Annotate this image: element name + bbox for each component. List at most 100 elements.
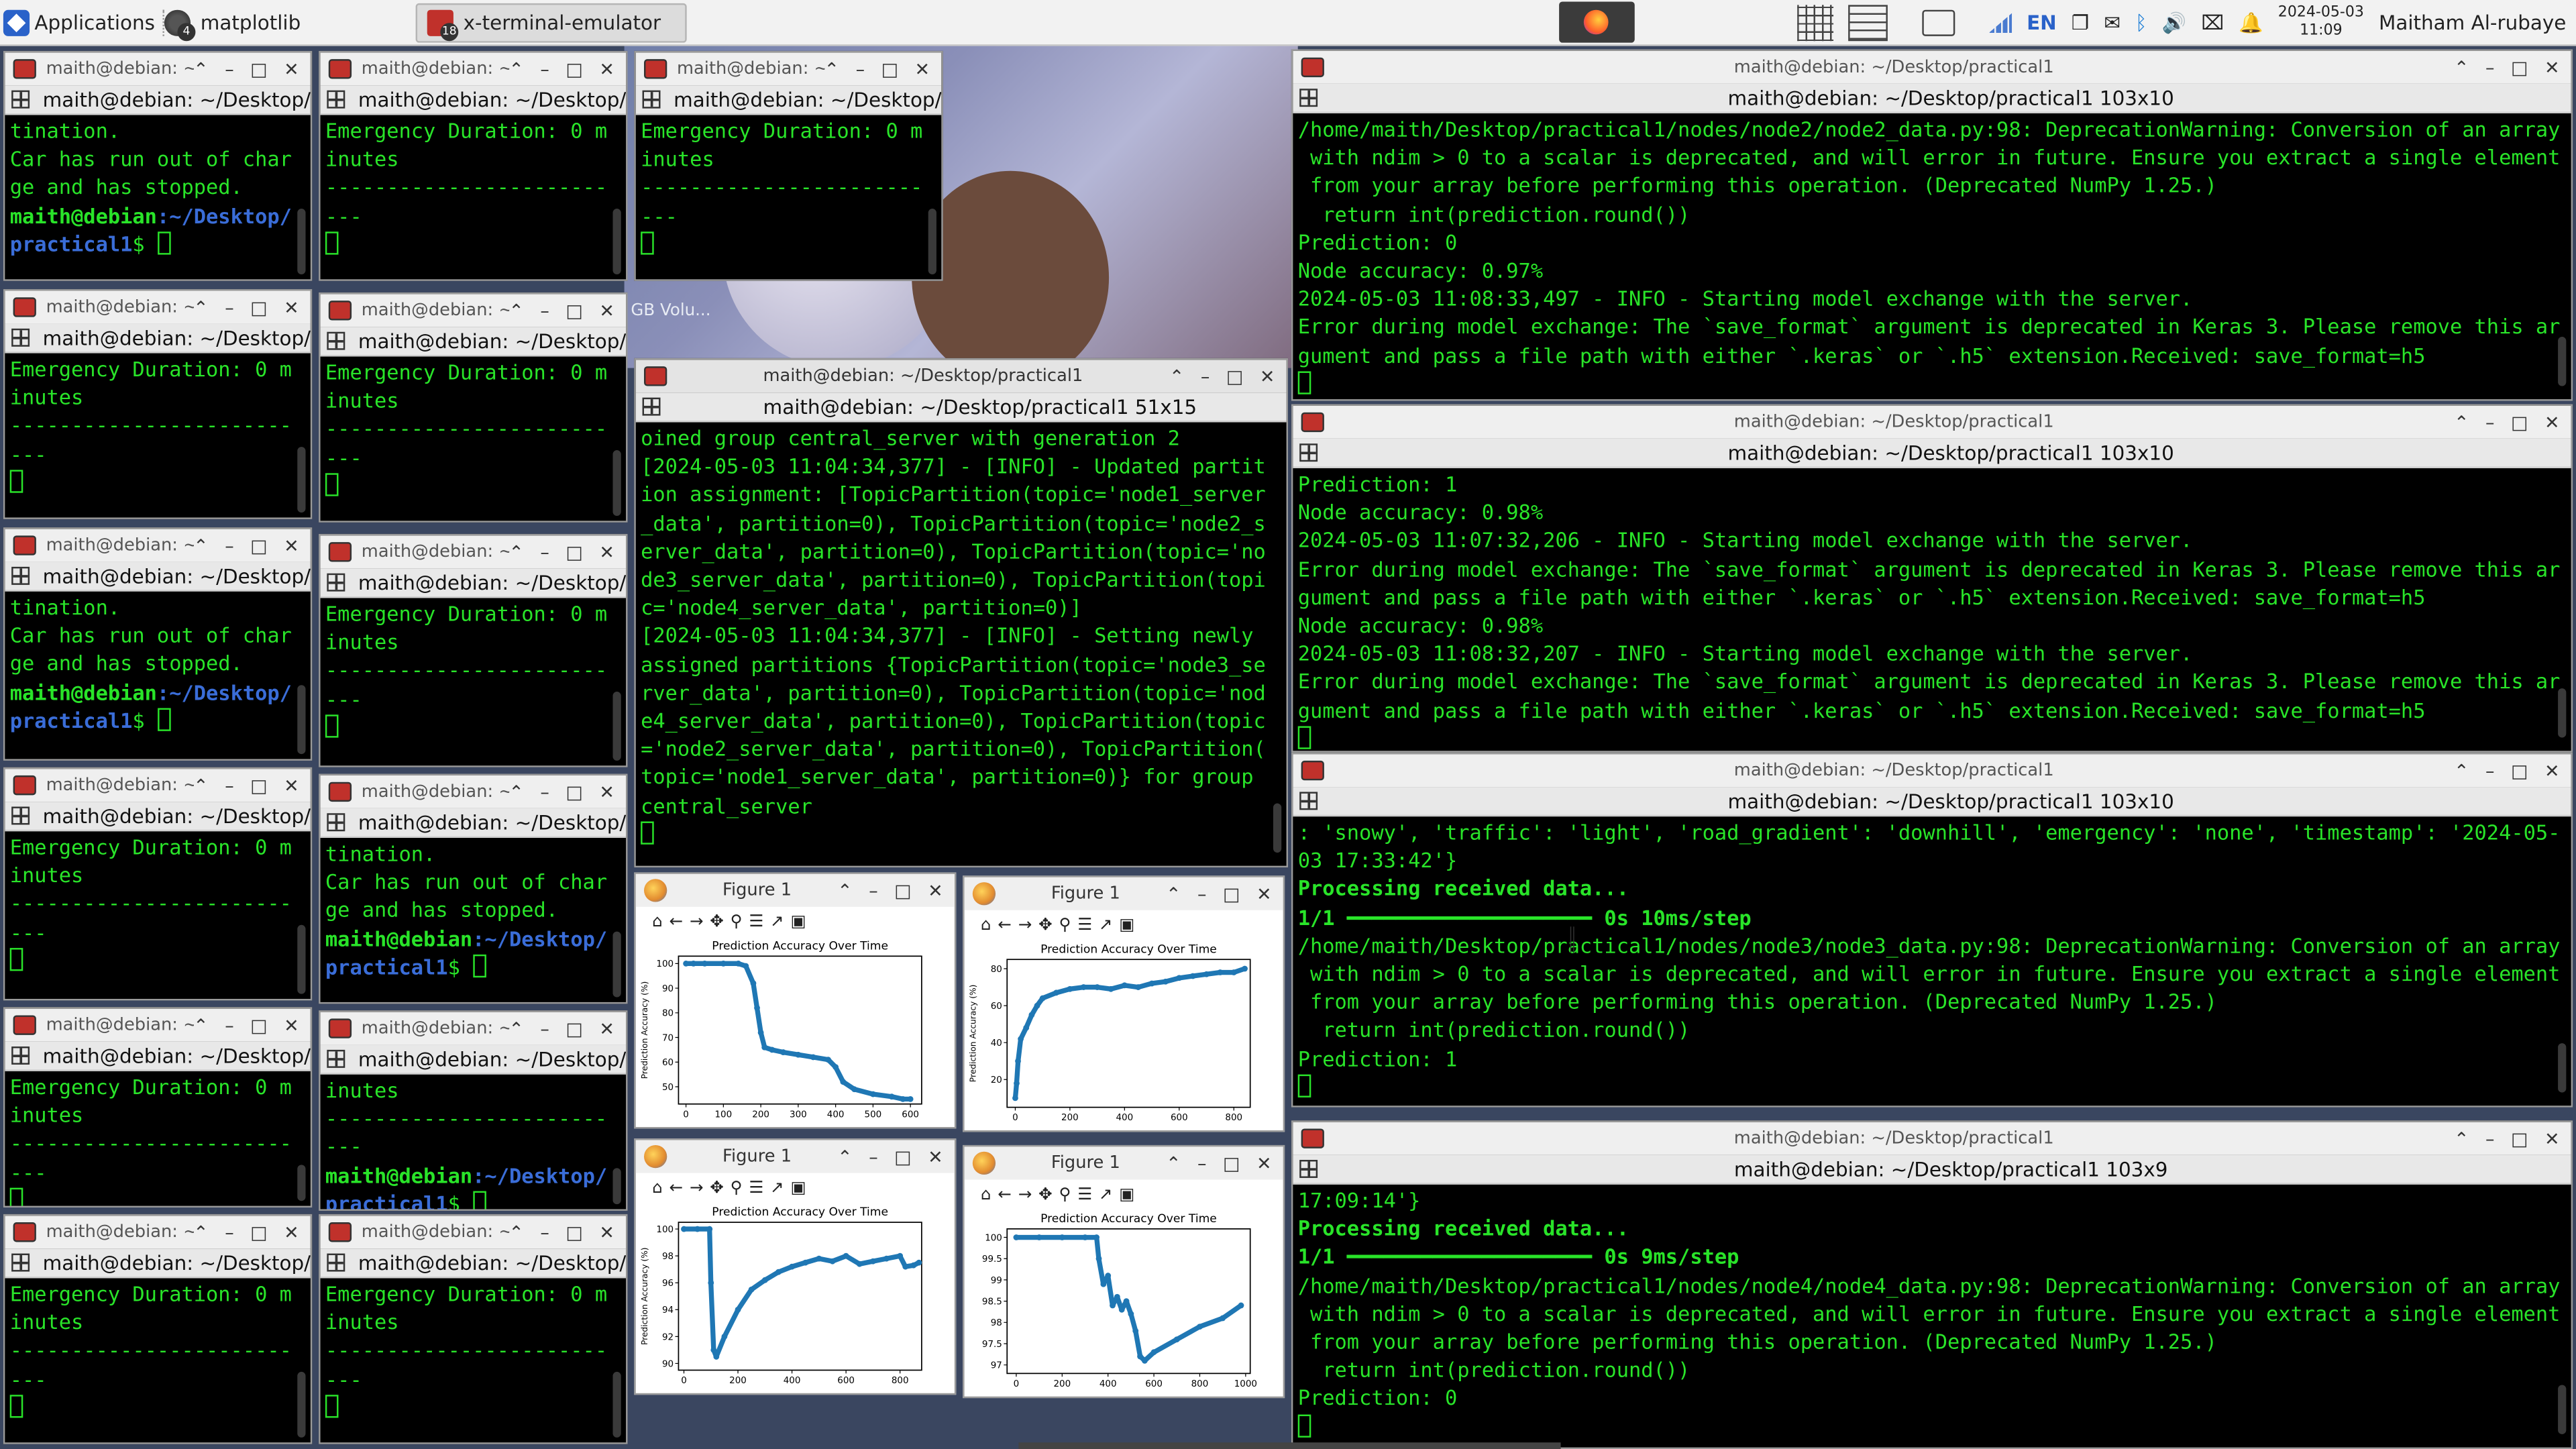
terminal-output[interactable]: tination. Car has run out of char ge and h…: [5, 592, 311, 737]
close-button[interactable]: ✕: [1260, 366, 1275, 387]
edit-axes-icon[interactable]: ↗: [1099, 916, 1113, 934]
minimize-button[interactable]: –: [1201, 366, 1210, 387]
pan-icon[interactable]: ✥: [710, 1179, 724, 1197]
terminal-output[interactable]: Emergency Duration: 0 m inutes -----------…: [636, 115, 942, 260]
tab-menu-icon[interactable]: [642, 90, 661, 109]
minimize-button[interactable]: –: [540, 1222, 549, 1243]
window-titlebar[interactable]: maith@debian: ~/Desktop/practical1 ⌃ – □ ✕: [635, 360, 1287, 393]
taskbar-item-matplotlib[interactable]: 4 matplotlib: [154, 3, 311, 43]
workspace-list-icon[interactable]: [1847, 5, 1887, 42]
raise-button[interactable]: ⌃: [193, 1222, 209, 1243]
pan-icon[interactable]: ✥: [710, 912, 724, 930]
minimize-button[interactable]: –: [2485, 411, 2494, 433]
close-button[interactable]: ✕: [599, 300, 614, 321]
window-titlebar[interactable]: Figure 1 ⌃ – □ ✕: [635, 873, 955, 907]
scrollbar[interactable]: [928, 209, 936, 274]
scrollbar[interactable]: [297, 685, 306, 755]
close-button[interactable]: ✕: [2544, 1128, 2560, 1149]
keyboard-layout[interactable]: EN: [2027, 11, 2057, 34]
zoom-icon[interactable]: ⚲: [1059, 916, 1071, 934]
terminal-output[interactable]: /home/maith/Desktop/practical1/nodes/nod…: [1293, 113, 2571, 399]
tab-menu-icon[interactable]: [11, 328, 30, 347]
window-titlebar[interactable]: maith@debian: ~/⌃ – □ ✕: [5, 769, 311, 802]
minimize-button[interactable]: –: [540, 58, 549, 80]
minimize-button[interactable]: –: [540, 541, 549, 563]
window-titlebar[interactable]: maith@debian: ~/⌃ – □ ✕: [320, 1216, 627, 1249]
forward-icon[interactable]: →: [1018, 1185, 1032, 1203]
terminal-output[interactable]: tination. Car has run out of char ge and h…: [5, 115, 311, 260]
raise-button[interactable]: ⌃: [824, 58, 840, 80]
close-button[interactable]: ✕: [284, 535, 299, 556]
maximize-button[interactable]: □: [566, 1222, 582, 1243]
close-button[interactable]: ✕: [599, 1018, 614, 1039]
small-terminal-window[interactable]: maith@debian: ~/⌃ – □ ✕ maith@debian: ~/Desk…: [3, 289, 313, 519]
raise-button[interactable]: ⌃: [2454, 56, 2469, 78]
raise-button[interactable]: ⌃: [1169, 366, 1185, 387]
mail-icon[interactable]: ✉: [2104, 11, 2121, 34]
tab-menu-icon[interactable]: [327, 813, 345, 832]
maximize-button[interactable]: □: [2511, 1128, 2528, 1149]
terminal-output[interactable]: Emergency Duration: 0 m inutes -----------…: [5, 831, 311, 976]
small-terminal-window[interactable]: maith@debian: ~/⌃ – □ ✕ maith@debian: ~/Desk…: [319, 292, 628, 523]
scrollbar[interactable]: [2558, 688, 2567, 738]
tab-menu-icon[interactable]: [327, 1253, 345, 1272]
window-titlebar[interactable]: maith@debian: ~/⌃ – □ ✕: [5, 290, 311, 324]
terminal-output[interactable]: 17:09:14'} Processing received data... 1/1…: [1293, 1185, 2571, 1442]
tab-menu-icon[interactable]: [11, 1253, 30, 1272]
pan-icon[interactable]: ✥: [1038, 916, 1053, 934]
minimize-button[interactable]: –: [1197, 883, 1206, 904]
scrollbar[interactable]: [297, 209, 306, 274]
edit-axes-icon[interactable]: ↗: [770, 1179, 784, 1197]
raise-button[interactable]: ⌃: [2454, 1128, 2469, 1149]
save-icon[interactable]: ▣: [791, 1179, 806, 1197]
zoom-icon[interactable]: ⚲: [1059, 1185, 1071, 1203]
close-button[interactable]: ✕: [2544, 411, 2560, 433]
close-button[interactable]: ✕: [928, 1146, 943, 1167]
close-button[interactable]: ✕: [2544, 56, 2560, 78]
tab-menu-icon[interactable]: [1299, 89, 1318, 107]
workspace-grid-icon[interactable]: [1796, 5, 1833, 42]
scrollbar[interactable]: [612, 209, 621, 274]
minimize-button[interactable]: –: [540, 1018, 549, 1039]
window-titlebar[interactable]: maith@debian: ~/⌃ – □ ✕: [5, 52, 311, 86]
minimize-button[interactable]: –: [540, 781, 549, 802]
maximize-button[interactable]: □: [250, 58, 267, 80]
minimize-button[interactable]: –: [540, 300, 549, 321]
scrollbar[interactable]: [612, 1168, 621, 1205]
accuracy-chart[interactable]: Prediction Accuracy Over Time 0 200 400 600 8…: [965, 1209, 1285, 1396]
minimize-button[interactable]: –: [225, 58, 233, 80]
edit-axes-icon[interactable]: ↗: [1099, 1185, 1113, 1203]
minimize-button[interactable]: –: [1197, 1152, 1206, 1174]
user-name[interactable]: Maitham Al-rubaye: [2379, 11, 2566, 34]
minimize-button[interactable]: –: [869, 879, 877, 901]
notifications-icon[interactable]: 🔔: [2239, 11, 2263, 34]
matplotlib-figure-window[interactable]: Figure 1 ⌃ – □ ✕ ⌂ ← → ✥ ⚲ ☰ ↗ ▣ Prediction Accuracy …: [963, 875, 1285, 1132]
maximize-button[interactable]: □: [1226, 366, 1243, 387]
minimize-button[interactable]: –: [2485, 760, 2494, 782]
tab-menu-icon[interactable]: [327, 573, 345, 592]
minimize-button[interactable]: –: [225, 1014, 233, 1036]
maximize-button[interactable]: □: [894, 879, 911, 901]
terminal-output[interactable]: Emergency Duration: 0 m inutes -----------…: [5, 1278, 311, 1423]
home-icon[interactable]: ⌂: [652, 912, 663, 930]
raise-button[interactable]: ⌃: [2454, 760, 2469, 782]
scrollbar[interactable]: [612, 931, 621, 998]
minimize-button[interactable]: –: [2485, 56, 2494, 78]
terminal-output[interactable]: : 'snowy', 'traffic': 'light', 'road_gra…: [1293, 816, 2571, 1102]
tab-menu-icon[interactable]: [11, 566, 30, 585]
maximize-button[interactable]: □: [894, 1146, 911, 1167]
small-terminal-window[interactable]: maith@debian: ~/⌃ – □ ✕ maith@debian: ~/Desk…: [319, 1010, 628, 1211]
window-titlebar[interactable]: maith@debian: ~/Desktop/practical1 ⌃ – □ ✕: [1293, 754, 2571, 788]
small-terminal-window[interactable]: maith@debian: ~/⌃ – □ ✕ maith@debian: ~/Desk…: [3, 1007, 313, 1208]
applications-menu[interactable]: Applications: [3, 7, 166, 40]
show-desktop-icon[interactable]: [1921, 9, 1955, 36]
raise-button[interactable]: ⌃: [508, 781, 524, 802]
configure-subplots-icon[interactable]: ☰: [1077, 916, 1092, 934]
maximize-button[interactable]: □: [2511, 56, 2528, 78]
configure-subplots-icon[interactable]: ☰: [749, 1179, 763, 1197]
minimize-button[interactable]: –: [225, 775, 233, 796]
central-server-terminal-window[interactable]: maith@debian: ~/Desktop/practical1 ⌃ – □ ✕ ma…: [634, 358, 1289, 868]
small-terminal-window[interactable]: maith@debian: ~/⌃ – □ ✕ maith@debian: ~/Desk…: [319, 1214, 628, 1444]
raise-button[interactable]: ⌃: [508, 300, 524, 321]
home-icon[interactable]: ⌂: [981, 1185, 991, 1203]
